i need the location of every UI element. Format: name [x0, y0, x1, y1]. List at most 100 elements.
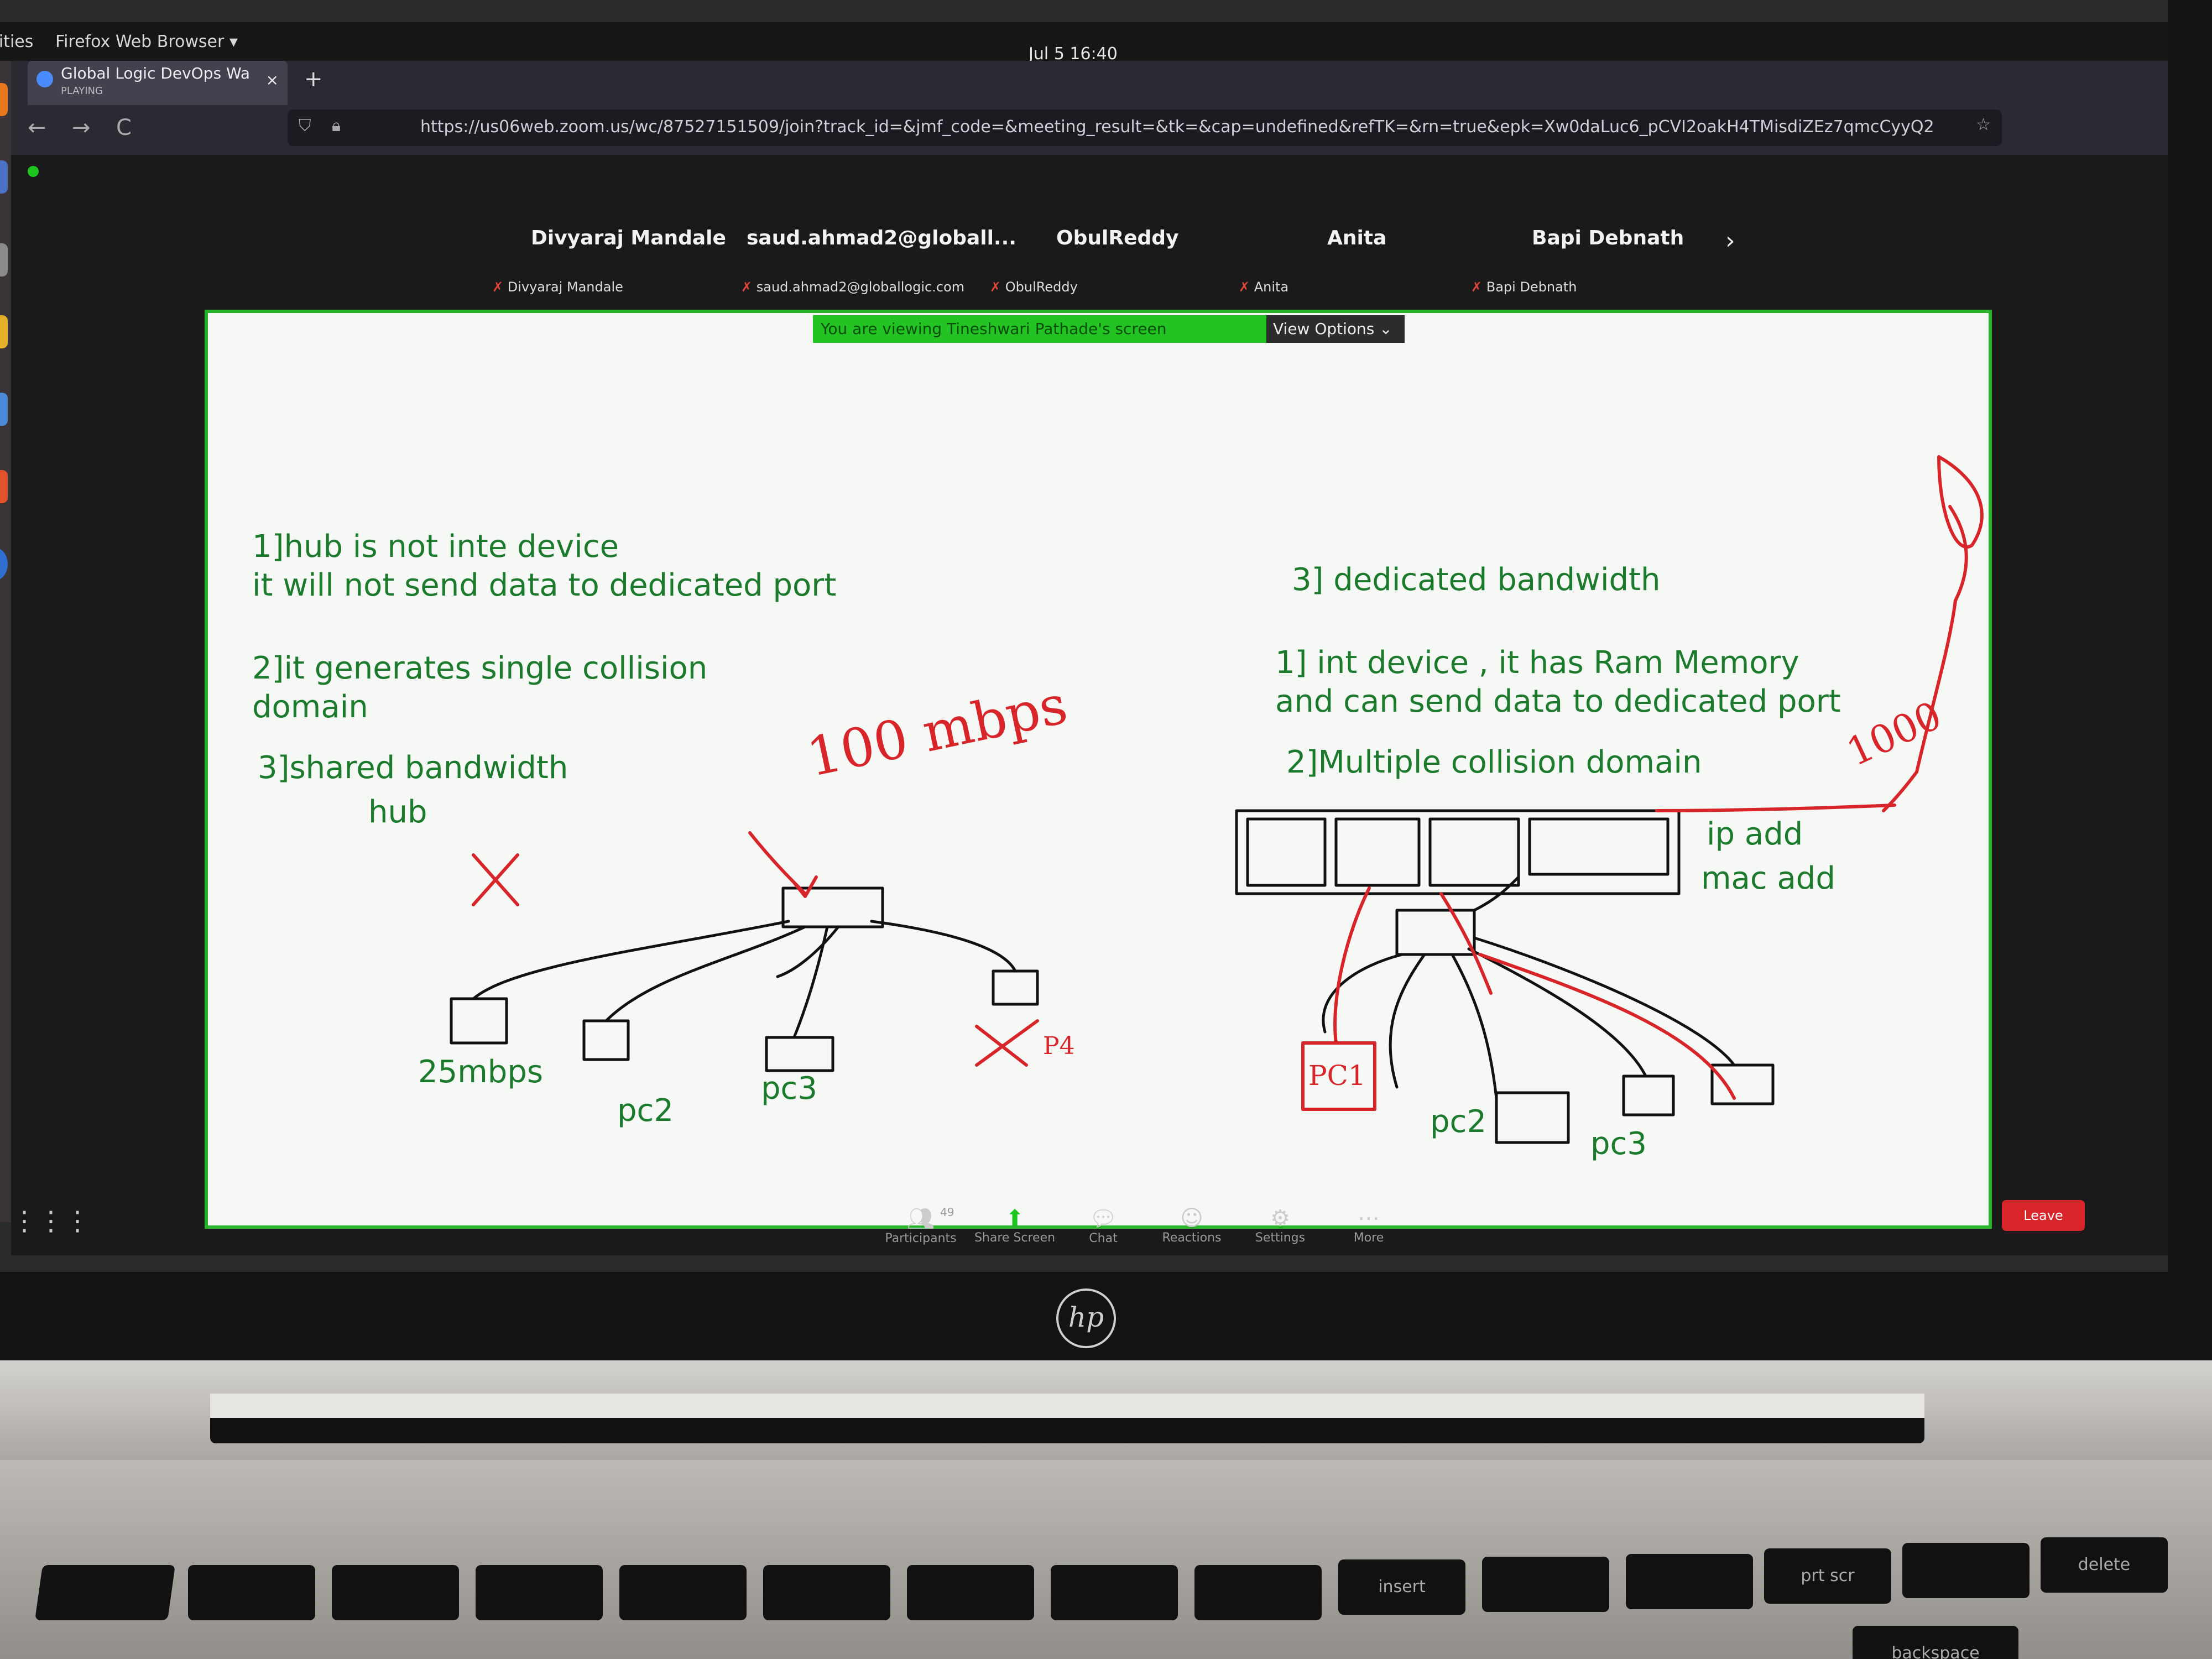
delete-key[interactable]: delete [2041, 1537, 2168, 1593]
participant-label: Divyaraj Mandale [507, 279, 623, 295]
keyboard-key[interactable] [1051, 1565, 1178, 1620]
new-tab-button[interactable]: + [304, 66, 323, 92]
keyboard-key[interactable] [907, 1565, 1034, 1620]
rhythmbox-icon[interactable] [0, 315, 8, 348]
note-hub-2: 2]it generates single collision [252, 650, 708, 686]
red-cross-hub [472, 853, 519, 906]
participants-count: 49 [940, 1206, 954, 1219]
backspace-key[interactable]: backspace [1853, 1626, 2018, 1659]
hp-logo: hp [1056, 1288, 1116, 1348]
files-icon[interactable] [0, 243, 8, 276]
shield-icon[interactable]: ⛉ [299, 116, 311, 135]
security-shield-icon[interactable] [28, 166, 39, 177]
keyboard-key[interactable] [476, 1565, 603, 1620]
switch-pc3-label: pc3 [1590, 1126, 1647, 1162]
keyboard-key[interactable] [1626, 1554, 1753, 1609]
zoom-favicon-icon [36, 71, 53, 87]
switch-pc2-box [1495, 1091, 1570, 1144]
hub-pc4-box [992, 969, 1039, 1006]
participants-label: Participants [885, 1232, 957, 1245]
apps-grid-icon[interactable]: ⋮⋮⋮ [11, 1206, 91, 1237]
laptop-screen-bezel: tivities Firefox Web Browser ▾ Jul 5 16:… [0, 0, 2212, 1360]
mic-muted-icon: ✗ [1239, 279, 1254, 295]
hub-pc3-box [765, 1036, 834, 1072]
share-screen-icon: ⬆︎ [1005, 1206, 1024, 1231]
shared-screen-whiteboard: 1]hub is not inte device it will not sen… [205, 310, 1992, 1229]
switch-port-4 [1528, 817, 1670, 876]
viewing-banner: You are viewing Tineshwari Pathade's scr… [813, 315, 1266, 343]
mic-muted-icon: ✗ [990, 279, 1005, 295]
back-button[interactable]: ← [28, 115, 46, 140]
more-icon: ⋯ [1358, 1206, 1380, 1231]
keyboard-key[interactable] [34, 1565, 176, 1620]
chat-label: Chat [1089, 1232, 1118, 1245]
participant-label: ObulReddy [1005, 279, 1078, 295]
more-button[interactable]: ⋯ More [1327, 1206, 1410, 1245]
tab-playing-label: PLAYING [61, 85, 103, 97]
url-text: https://us06web.zoom.us/wc/87527151509/j… [420, 117, 1934, 137]
note-ip-add: ip add [1707, 816, 1803, 852]
note-hub-label: hub [368, 794, 427, 830]
switch-pc2-label: pc2 [1430, 1104, 1486, 1140]
forward-button[interactable]: → [72, 115, 91, 140]
keyboard-key[interactable] [1482, 1557, 1609, 1612]
hub-cable-2 [604, 925, 807, 1022]
participant-label: saud.ahmad2@globallogic.com [756, 279, 965, 295]
reactions-label: Reactions [1162, 1231, 1222, 1245]
participants-button[interactable]: 👥︎ Participants 49 [879, 1206, 962, 1245]
note-hub-3: 3]shared bandwidth [258, 750, 568, 786]
next-page-button[interactable]: › [1725, 227, 1735, 255]
prt-scr-key[interactable]: prt scr [1764, 1548, 1891, 1604]
activities-button[interactable]: tivities [0, 32, 33, 51]
reload-button[interactable]: C [116, 115, 132, 140]
insert-key[interactable]: insert [1338, 1559, 1465, 1615]
hub-pc1-label: 25mbps [418, 1054, 544, 1090]
reactions-button[interactable]: ☺︎ Reactions [1150, 1206, 1233, 1245]
keyboard-deck: insert prt scr delete backspace [0, 1460, 2212, 1659]
hub-cable-4 [870, 920, 1017, 973]
url-bar[interactable]: ⛉ 🔒︎ https://us06web.zoom.us/wc/87527151… [288, 109, 2002, 146]
thunderbird-icon[interactable] [0, 160, 8, 194]
keyboard-key[interactable] [1194, 1565, 1322, 1620]
share-screen-button[interactable]: ⬆︎ Share Screen [973, 1206, 1056, 1245]
red-scribble [1937, 455, 1984, 549]
participant-name: Divyaraj Mandale [531, 227, 726, 249]
note-mac-add: mac add [1701, 860, 1835, 896]
view-options-label: View Options ⌄ [1273, 320, 1392, 338]
mic-muted-icon: ✗ [492, 279, 508, 295]
gear-icon: ⚙︎ [1270, 1206, 1290, 1231]
writer-icon[interactable] [0, 393, 8, 426]
chat-button[interactable]: 💬︎ Chat [1062, 1206, 1145, 1245]
firefox-icon[interactable] [0, 83, 8, 116]
keyboard-key[interactable] [188, 1565, 315, 1620]
app-menu[interactable]: Firefox Web Browser ▾ [55, 32, 238, 51]
note-switch-1: 1] int device , it has Ram Memory [1275, 645, 1799, 681]
tab-zoom-meeting[interactable]: Global Logic DevOps Wa PLAYING × [28, 61, 288, 111]
hub-pc1-box [450, 997, 508, 1045]
switch-port-3 [1428, 817, 1520, 887]
chat-icon: 💬︎ [1089, 1206, 1118, 1232]
switch-port-2 [1334, 817, 1421, 887]
help-icon[interactable] [0, 547, 8, 581]
power-key[interactable] [1902, 1543, 2030, 1598]
lock-icon[interactable]: 🔒︎ [332, 116, 341, 135]
share-screen-label: Share Screen [974, 1231, 1056, 1245]
leave-button[interactable]: Leave [2002, 1200, 2085, 1231]
switch-port-1 [1246, 817, 1327, 887]
keyboard-key[interactable] [763, 1565, 890, 1620]
red-pc1-label: PC1 [1308, 1060, 1366, 1092]
keyboard-key[interactable] [332, 1565, 459, 1620]
view-options-button[interactable]: View Options ⌄ [1266, 315, 1405, 343]
settings-button[interactable]: ⚙︎ Settings [1239, 1206, 1322, 1245]
hub-cable-1 [472, 920, 790, 1000]
participant-name: saud.ahmad2@globall... [747, 227, 1016, 249]
keyboard-key[interactable] [619, 1565, 747, 1620]
note-hub-1b: it will not send data to dedicated port [252, 567, 837, 603]
bookmark-star-icon[interactable]: ☆ [1976, 115, 1991, 134]
software-center-icon[interactable] [0, 470, 8, 503]
more-label: More [1353, 1231, 1384, 1245]
close-icon[interactable]: × [266, 71, 279, 89]
tab-title: Global Logic DevOps Wa [61, 64, 251, 82]
participant-name: Bapi Debnath [1532, 227, 1684, 249]
switch-pc4-box [1710, 1063, 1775, 1105]
